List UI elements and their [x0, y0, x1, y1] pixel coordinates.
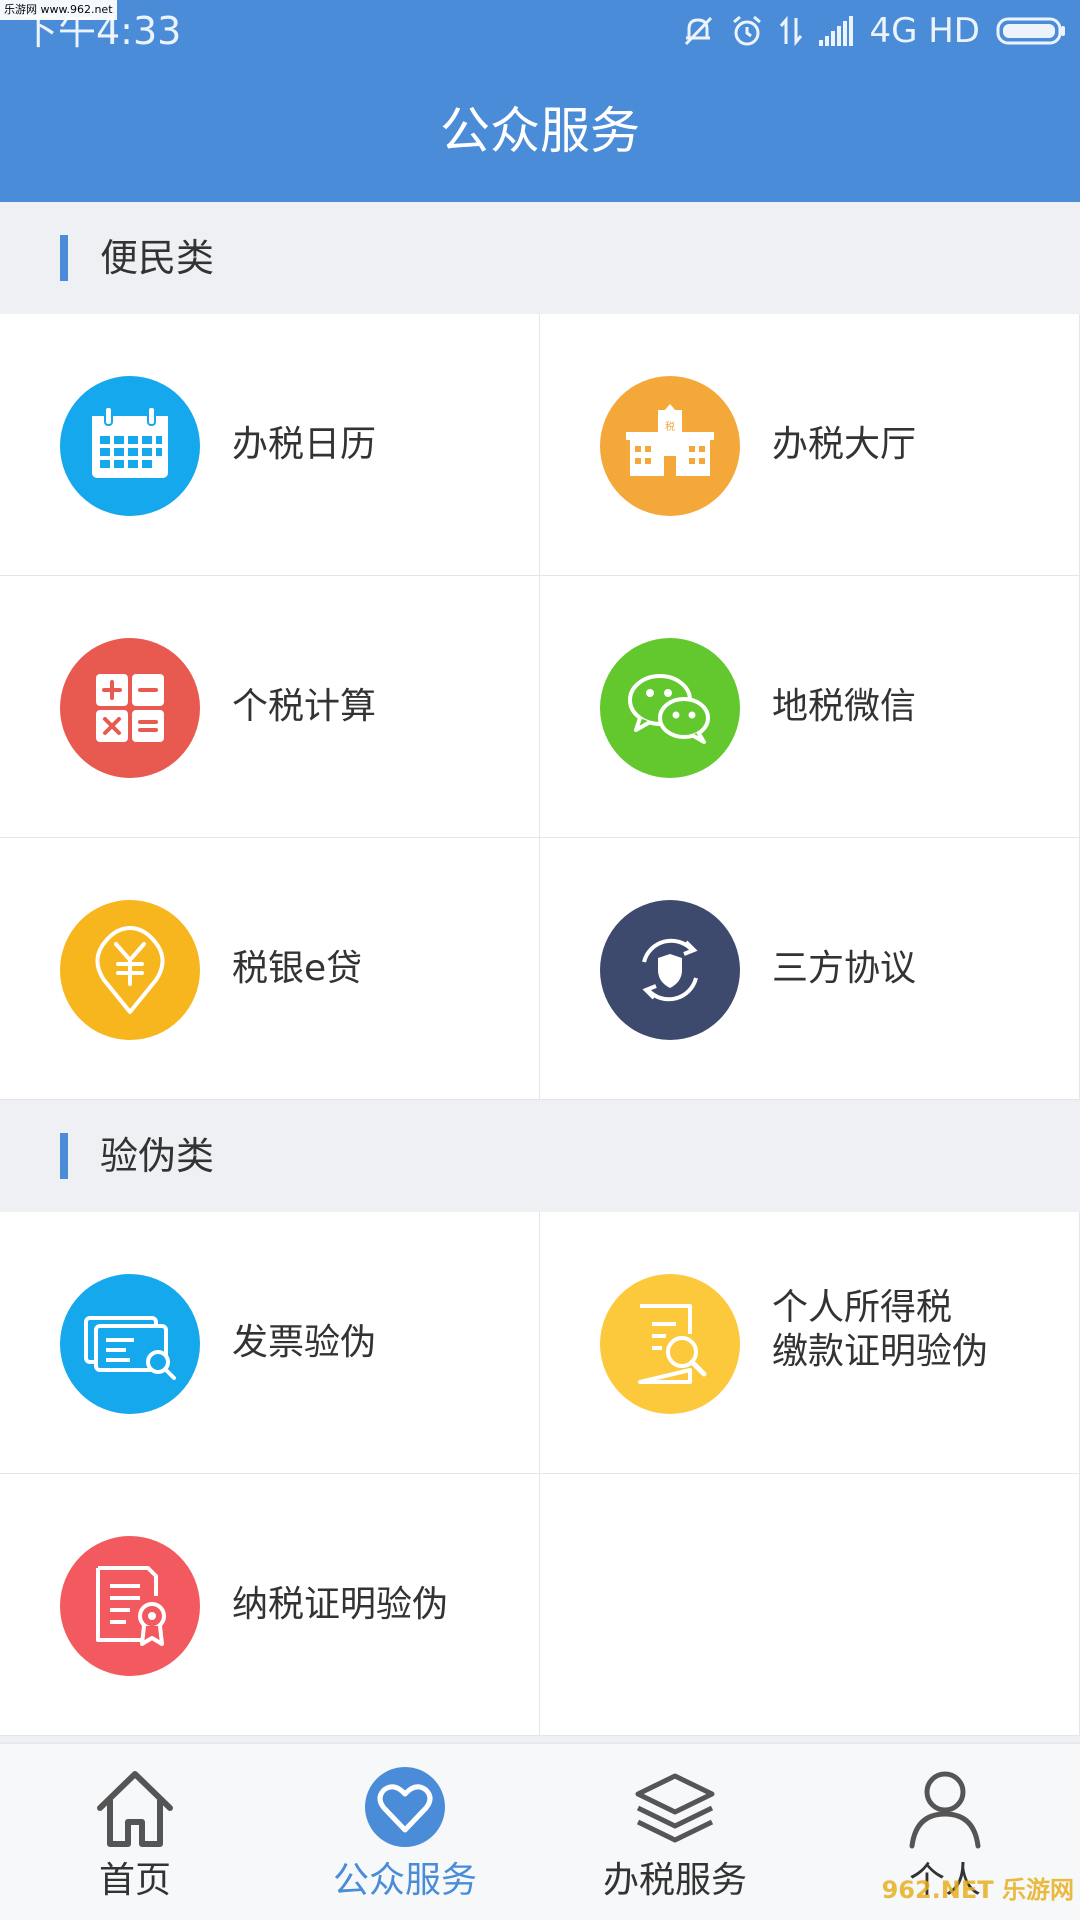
tab-home[interactable]: 首页 [0, 1744, 270, 1920]
service-label: 办税大厅 [772, 424, 917, 465]
tab-label: 办税服务 [602, 1860, 747, 1901]
service-label: 发票验伪 [232, 1322, 377, 1363]
section-accent-bar [60, 1133, 68, 1179]
network-type: 4G HD [869, 11, 980, 51]
watermark-top: 乐游网 www.962.net [0, 0, 117, 20]
signal-icon [819, 16, 854, 46]
shield-sync-icon [600, 900, 740, 1040]
tab-tax-services[interactable]: 办税服务 [540, 1744, 810, 1920]
page-title: 公众服务 [440, 102, 640, 160]
service-tax-certificate-verify[interactable]: 纳税证明验伪 [0, 1474, 540, 1736]
calculator-icon [60, 638, 200, 778]
svg-text:税: 税 [665, 420, 675, 433]
service-label: 地税微信 [772, 686, 917, 727]
tab-label: 公众服务 [332, 1860, 477, 1901]
mute-icon [685, 16, 713, 46]
tab-public-services[interactable]: 公众服务 [270, 1744, 540, 1920]
data-transfer-icon [780, 15, 803, 47]
home-icon [97, 1771, 173, 1847]
wechat-icon [600, 638, 740, 778]
service-label-line2: 缴款证明验伪 [772, 1331, 989, 1372]
alarm-icon [733, 15, 762, 46]
tax-hall-building-icon: 税 [600, 376, 740, 516]
status-icons: 4G HD [681, 8, 1066, 54]
service-label: 纳税证明验伪 [232, 1584, 449, 1625]
certificate-icon [60, 1536, 200, 1676]
section-title: 验伪类 [100, 1134, 215, 1178]
heart-icon [365, 1767, 445, 1847]
section-header-convenience: 便民类 [0, 202, 1080, 314]
watermark-bottom: 962.NET 乐游网 [881, 1876, 1074, 1904]
section-title: 便民类 [100, 236, 215, 280]
section-accent-bar [60, 235, 68, 281]
battery-icon [996, 17, 1065, 45]
service-label-line1: 个人所得税 [772, 1287, 953, 1328]
service-label: 办税日历 [232, 424, 377, 465]
service-tax-hall[interactable]: 税 办税大厅 [540, 314, 1080, 576]
service-tripartite-agreement[interactable]: 三方协议 [540, 838, 1080, 1100]
service-label: 个税计算 [232, 686, 377, 727]
service-income-tax-calc[interactable]: 个税计算 [0, 576, 540, 838]
empty-cell [540, 1474, 1080, 1736]
tab-label: 首页 [98, 1860, 171, 1901]
service-label: 三方协议 [772, 948, 917, 989]
layers-icon [635, 1773, 715, 1843]
service-invoice-verify[interactable]: 发票验伪 [0, 1212, 540, 1474]
invoice-search-icon [60, 1274, 200, 1414]
calendar-icon [60, 376, 200, 516]
app-header: 下午4:33 4G HD 公众服务 [0, 0, 1080, 202]
service-label: 个人所得税 缴款证明验伪 [772, 1286, 988, 1374]
document-search-icon [600, 1274, 740, 1414]
service-tax-calendar[interactable]: 办税日历 [0, 314, 540, 576]
section-header-verification: 验伪类 [0, 1100, 1080, 1212]
service-local-tax-wechat[interactable]: 地税微信 [540, 576, 1080, 838]
yen-loan-icon [60, 900, 200, 1040]
service-iit-payment-proof-verify[interactable]: 个人所得税 缴款证明验伪 [540, 1212, 1080, 1474]
service-tax-bank-loan[interactable]: 税银e贷 [0, 838, 540, 1100]
service-label: 税银e贷 [232, 948, 363, 989]
person-icon [909, 1771, 981, 1849]
